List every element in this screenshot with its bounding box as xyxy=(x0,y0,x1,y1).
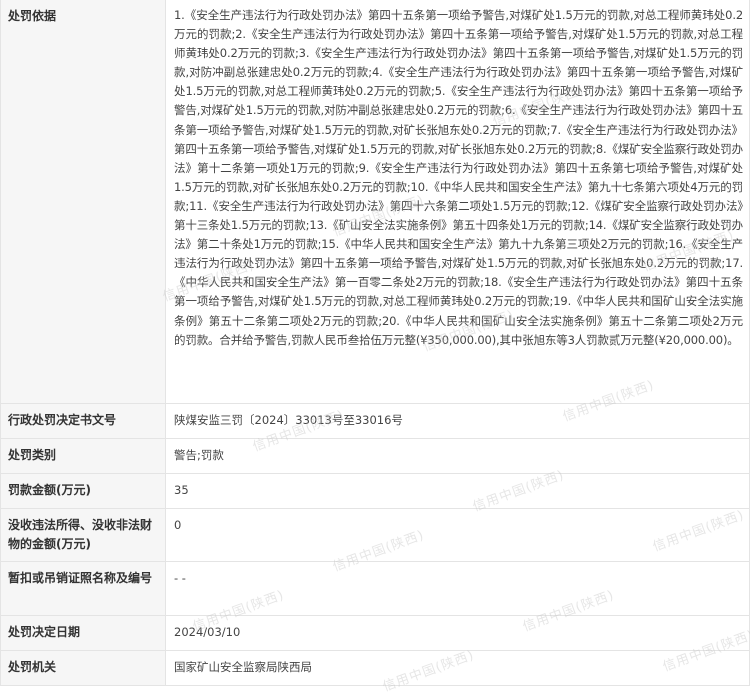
row-value-confiscation: 0 xyxy=(165,508,750,562)
table-row-decision-date: 处罚决定日期 2024/03/10 xyxy=(0,615,750,651)
row-label-doc-number: 行政处罚决定书文号 xyxy=(0,403,166,439)
row-value-doc-number: 陕煤安监三罚〔2024〕33013号至33016号 xyxy=(165,403,750,439)
table-row-fine-amount: 罚款金额(万元) 35 xyxy=(0,473,750,509)
row-label-basis: 处罚依据 xyxy=(0,0,166,404)
row-value-license: - - xyxy=(165,561,750,616)
row-label-fine-amount: 罚款金额(万元) xyxy=(0,473,166,509)
table-row-authority: 处罚机关 国家矿山安全监察局陕西局 xyxy=(0,650,750,686)
row-label-category: 处罚类别 xyxy=(0,438,166,474)
row-value-authority: 国家矿山安全监察局陕西局 xyxy=(165,650,750,686)
table-row-basis: 处罚依据 1.《安全生产违法行为行政处罚办法》第四十五条第一项给予警告,对煤矿处… xyxy=(0,0,750,404)
row-label-confiscation: 没收违法所得、没收非法财物的金额(万元) xyxy=(0,508,166,562)
row-label-license: 暂扣或吊销证照名称及编号 xyxy=(0,561,166,616)
table-row-doc-number: 行政处罚决定书文号 陕煤安监三罚〔2024〕33013号至33016号 xyxy=(0,403,750,439)
table-row-category: 处罚类别 警告;罚款 xyxy=(0,438,750,474)
table-row-confiscation: 没收违法所得、没收非法财物的金额(万元) 0 xyxy=(0,508,750,562)
row-value-fine-amount: 35 xyxy=(165,473,750,509)
row-value-basis: 1.《安全生产违法行为行政处罚办法》第四十五条第一项给予警告,对煤矿处1.5万元… xyxy=(165,0,750,404)
table-row-license: 暂扣或吊销证照名称及编号 - - xyxy=(0,561,750,616)
row-value-category: 警告;罚款 xyxy=(165,438,750,474)
row-value-decision-date: 2024/03/10 xyxy=(165,615,750,651)
row-label-authority: 处罚机关 xyxy=(0,650,166,686)
penalty-info-table: 处罚依据 1.《安全生产违法行为行政处罚办法》第四十五条第一项给予警告,对煤矿处… xyxy=(0,0,750,686)
row-label-decision-date: 处罚决定日期 xyxy=(0,615,166,651)
